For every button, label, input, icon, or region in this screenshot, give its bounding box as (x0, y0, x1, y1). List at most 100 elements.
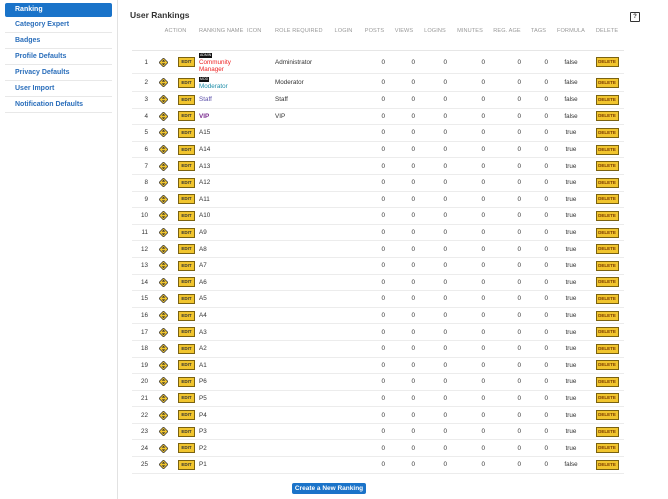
sidebar-item-ranking[interactable]: Ranking (5, 3, 112, 17)
move-arrows-icon[interactable] (157, 327, 169, 338)
edit-button[interactable]: EDIT (178, 459, 195, 470)
move-arrows-icon[interactable] (157, 459, 169, 470)
move-arrows-icon[interactable] (157, 410, 169, 421)
sidebar-item-profile-defaults[interactable]: Profile Defaults (5, 49, 112, 65)
ranking-name[interactable]: Community Manager (199, 59, 231, 73)
move-arrows-icon[interactable] (157, 127, 169, 138)
ranking-name[interactable]: P3 (199, 428, 207, 435)
edit-button[interactable]: EDIT (178, 426, 195, 437)
edit-button[interactable]: EDIT (178, 277, 195, 288)
ranking-name[interactable]: A7 (199, 262, 207, 269)
move-arrows-icon[interactable] (157, 111, 169, 122)
edit-button[interactable]: EDIT (178, 144, 195, 155)
edit-button[interactable]: EDIT (178, 376, 195, 387)
edit-button[interactable]: EDIT (178, 393, 195, 404)
move-arrows-icon[interactable] (157, 177, 169, 188)
sidebar-item-category-expert[interactable]: Category Expert (5, 17, 112, 33)
ranking-name[interactable]: A15 (199, 129, 210, 136)
move-arrows-icon[interactable] (157, 260, 169, 271)
move-arrows-icon[interactable] (157, 210, 169, 221)
delete-button[interactable]: DELETE (595, 227, 619, 238)
move-arrows-icon[interactable] (157, 393, 169, 404)
edit-button[interactable]: EDIT (178, 77, 195, 88)
delete-button[interactable]: DELETE (595, 410, 619, 421)
edit-button[interactable]: EDIT (178, 194, 195, 205)
edit-button[interactable]: EDIT (178, 57, 195, 67)
delete-button[interactable]: DELETE (595, 443, 619, 454)
delete-button[interactable]: DELETE (595, 57, 619, 67)
delete-button[interactable]: DELETE (595, 161, 619, 172)
edit-button[interactable]: EDIT (178, 327, 195, 338)
sidebar-item-privacy-defaults[interactable]: Privacy Defaults (5, 65, 112, 81)
ranking-name[interactable]: Staff (199, 96, 212, 103)
move-arrows-icon[interactable] (157, 94, 169, 105)
move-arrows-icon[interactable] (157, 376, 169, 387)
move-arrows-icon[interactable] (157, 161, 169, 172)
move-arrows-icon[interactable] (157, 244, 169, 255)
delete-button[interactable]: DELETE (595, 194, 619, 205)
edit-button[interactable]: EDIT (178, 360, 195, 371)
ranking-name[interactable]: A8 (199, 246, 207, 253)
edit-button[interactable]: EDIT (178, 443, 195, 454)
edit-button[interactable]: EDIT (178, 293, 195, 304)
edit-button[interactable]: EDIT (178, 260, 195, 271)
move-arrows-icon[interactable] (157, 443, 169, 454)
delete-button[interactable]: DELETE (595, 293, 619, 304)
ranking-name[interactable]: P1 (199, 461, 207, 468)
move-arrows-icon[interactable] (157, 293, 169, 304)
move-arrows-icon[interactable] (157, 310, 169, 321)
edit-button[interactable]: EDIT (178, 161, 195, 172)
sidebar-item-notification-defaults[interactable]: Notification Defaults (5, 97, 112, 113)
edit-button[interactable]: EDIT (178, 127, 195, 138)
delete-button[interactable]: DELETE (595, 244, 619, 255)
delete-button[interactable]: DELETE (595, 144, 619, 155)
ranking-name[interactable]: A4 (199, 312, 207, 319)
ranking-name[interactable]: P6 (199, 378, 207, 385)
ranking-name[interactable]: A2 (199, 345, 207, 352)
ranking-name[interactable]: A10 (199, 212, 210, 219)
edit-button[interactable]: EDIT (178, 310, 195, 321)
edit-button[interactable]: EDIT (178, 227, 195, 238)
delete-button[interactable]: DELETE (595, 426, 619, 437)
edit-button[interactable]: EDIT (178, 177, 195, 188)
edit-button[interactable]: EDIT (178, 111, 195, 122)
ranking-name[interactable]: P2 (199, 445, 207, 452)
edit-button[interactable]: EDIT (178, 94, 195, 105)
delete-button[interactable]: DELETE (595, 327, 619, 338)
delete-button[interactable]: DELETE (595, 310, 619, 321)
move-arrows-icon[interactable] (157, 343, 169, 354)
ranking-name[interactable]: A3 (199, 329, 207, 336)
ranking-name[interactable]: A6 (199, 279, 207, 286)
edit-button[interactable]: EDIT (178, 210, 195, 221)
ranking-name[interactable]: VIP (199, 113, 209, 120)
move-arrows-icon[interactable] (157, 277, 169, 288)
delete-button[interactable]: DELETE (595, 360, 619, 371)
ranking-name[interactable]: A11 (199, 196, 210, 203)
ranking-name[interactable]: Moderator (199, 83, 228, 90)
move-arrows-icon[interactable] (157, 227, 169, 238)
delete-button[interactable]: DELETE (595, 277, 619, 288)
ranking-name[interactable]: P5 (199, 395, 207, 402)
delete-button[interactable]: DELETE (595, 210, 619, 221)
delete-button[interactable]: DELETE (595, 77, 619, 88)
move-arrows-icon[interactable] (157, 194, 169, 205)
delete-button[interactable]: DELETE (595, 343, 619, 354)
ranking-name[interactable]: A9 (199, 229, 207, 236)
move-arrows-icon[interactable] (157, 144, 169, 155)
edit-button[interactable]: EDIT (178, 410, 195, 421)
edit-button[interactable]: EDIT (178, 343, 195, 354)
delete-button[interactable]: DELETE (595, 376, 619, 387)
ranking-name[interactable]: A12 (199, 179, 210, 186)
ranking-name[interactable]: P4 (199, 412, 207, 419)
ranking-name[interactable]: A1 (199, 362, 207, 369)
move-arrows-icon[interactable] (157, 360, 169, 371)
move-arrows-icon[interactable] (157, 426, 169, 437)
delete-button[interactable]: DELETE (595, 459, 619, 470)
delete-button[interactable]: DELETE (595, 94, 619, 105)
move-arrows-icon[interactable] (157, 77, 169, 88)
sidebar-item-badges[interactable]: Badges (5, 33, 112, 49)
sidebar-item-user-import[interactable]: User Import (5, 81, 112, 97)
ranking-name[interactable]: A5 (199, 295, 207, 302)
help-icon[interactable]: ? (630, 12, 640, 22)
delete-button[interactable]: DELETE (595, 111, 619, 122)
